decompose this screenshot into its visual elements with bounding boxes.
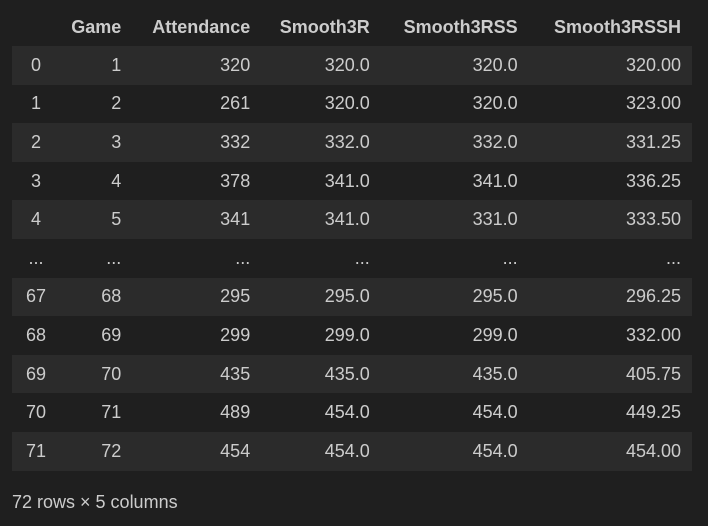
cell-game: 70 — [101, 363, 122, 384]
cell-smooth3rssh: 296.25 — [625, 286, 681, 307]
table-row: 68 69 299 299.0 299.0 332.00 — [12, 316, 692, 355]
cell-index: 1 — [30, 93, 41, 114]
cell-game: 5 — [111, 209, 122, 230]
cell-attendance: 332 — [220, 131, 251, 152]
cell-index: 2 — [30, 131, 41, 152]
table-row: 4 5 341 341.0 331.0 333.50 — [12, 200, 692, 239]
table-row: 1 2 261 320.0 320.0 323.00 — [12, 84, 692, 124]
cell-game: 69 — [101, 324, 122, 345]
cell-smooth3r: 454.0 — [324, 402, 370, 423]
cell-smooth3rss: ... — [502, 247, 518, 268]
cell-smooth3rssh: 320.00 — [625, 54, 681, 75]
cell-smooth3rss: 435.0 — [472, 363, 518, 384]
cell-smooth3rssh: 323.00 — [625, 93, 681, 114]
cell-game: 71 — [101, 402, 122, 423]
table-row: 67 68 295 295.0 295.0 296.25 — [12, 277, 692, 317]
table-row: 0 1 320 320.0 320.0 320.00 — [12, 46, 692, 85]
cell-smooth3r: 435.0 — [324, 363, 370, 384]
column-header-smooth3r: Smooth3R — [261, 8, 381, 46]
cell-smooth3rssh: 454.00 — [625, 440, 681, 461]
table-row: .................. — [12, 238, 692, 278]
cell-index: 4 — [30, 209, 41, 230]
cell-smooth3rssh: 332.00 — [625, 324, 681, 345]
cell-attendance: 435 — [220, 363, 251, 384]
column-header-game: Game — [60, 8, 133, 46]
cell-attendance: 299 — [220, 324, 251, 345]
table-row: 70 71 489 454.0 454.0 449.25 — [12, 393, 692, 432]
cell-game: 3 — [111, 131, 122, 152]
cell-smooth3rss: 320.0 — [472, 93, 518, 114]
cell-smooth3rss: 320.0 — [472, 54, 518, 75]
cell-smooth3rssh: 336.25 — [625, 170, 681, 191]
cell-attendance: ... — [235, 247, 251, 268]
dataframe-summary: 72 rows × 5 columns — [12, 492, 178, 512]
table-row: 3 4 378 341.0 341.0 336.25 — [12, 161, 692, 201]
cell-index: 3 — [30, 170, 41, 191]
cell-smooth3rss: 454.0 — [472, 402, 518, 423]
cell-smooth3rss: 331.0 — [472, 209, 518, 230]
cell-game: ... — [106, 247, 122, 268]
cell-index: 71 — [25, 440, 47, 461]
cell-smooth3rssh: 449.25 — [625, 402, 681, 423]
cell-game: 1 — [111, 54, 122, 75]
table-row: 2 3 332 332.0 332.0 331.25 — [12, 123, 692, 162]
cell-attendance: 261 — [220, 93, 251, 114]
cell-smooth3rss: 341.0 — [472, 170, 518, 191]
cell-smooth3rss: 454.0 — [472, 440, 518, 461]
cell-index: 67 — [25, 286, 47, 307]
cell-game: 68 — [101, 286, 122, 307]
cell-smooth3r: ... — [354, 247, 370, 268]
cell-smooth3rssh: 333.50 — [625, 209, 681, 230]
column-header-index — [12, 8, 60, 46]
cell-smooth3rssh: 405.75 — [625, 363, 681, 384]
cell-attendance: 320 — [220, 54, 251, 75]
cell-game: 72 — [101, 440, 122, 461]
column-header-smooth3rssh: Smooth3RSSH — [528, 8, 692, 46]
cell-smooth3r: 299.0 — [324, 324, 370, 345]
cell-attendance: 378 — [220, 170, 251, 191]
cell-smooth3r: 341.0 — [324, 209, 370, 230]
column-header-attendance: Attendance — [132, 8, 262, 46]
dataframe-output: Game Attendance Smooth3R Smooth3RSS Smoo… — [12, 8, 692, 471]
header-row: Game Attendance Smooth3R Smooth3RSS Smoo… — [12, 8, 692, 46]
cell-smooth3r: 454.0 — [324, 440, 370, 461]
cell-index: 69 — [25, 363, 47, 384]
table-body: 0 1 320 320.0 320.0 320.00 1 2 261 320.0 320.0 323.… — [12, 46, 692, 471]
cell-index: 68 — [25, 324, 47, 345]
cell-attendance: 454 — [220, 440, 251, 461]
table-header: Game Attendance Smooth3R Smooth3RSS Smoo… — [12, 8, 692, 46]
cell-smooth3r: 320.0 — [324, 93, 370, 114]
cell-smooth3r: 332.0 — [324, 131, 370, 152]
cell-smooth3rss: 295.0 — [472, 286, 518, 307]
cell-index: 0 — [30, 54, 41, 75]
cell-smooth3r: 341.0 — [324, 170, 370, 191]
cell-attendance: 341 — [220, 209, 251, 230]
cell-game: 4 — [111, 170, 122, 191]
cell-smooth3rssh: 331.25 — [625, 131, 681, 152]
column-header-smooth3rss: Smooth3RSS — [380, 8, 529, 46]
cell-attendance: 489 — [220, 402, 251, 423]
dataframe-table: Game Attendance Smooth3R Smooth3RSS Smoo… — [12, 8, 692, 471]
cell-smooth3rss: 299.0 — [472, 324, 518, 345]
cell-smooth3rssh: ... — [665, 247, 681, 268]
table-row: 69 70 435 435.0 435.0 405.75 — [12, 354, 692, 394]
cell-smooth3r: 295.0 — [324, 286, 370, 307]
cell-game: 2 — [111, 93, 122, 114]
cell-index: ... — [28, 247, 44, 268]
cell-attendance: 295 — [220, 286, 251, 307]
table-row: 71 72 454 454.0 454.0 454.00 — [12, 431, 692, 471]
cell-smooth3rss: 332.0 — [472, 131, 518, 152]
cell-smooth3r: 320.0 — [324, 54, 370, 75]
cell-index: 70 — [25, 402, 47, 423]
